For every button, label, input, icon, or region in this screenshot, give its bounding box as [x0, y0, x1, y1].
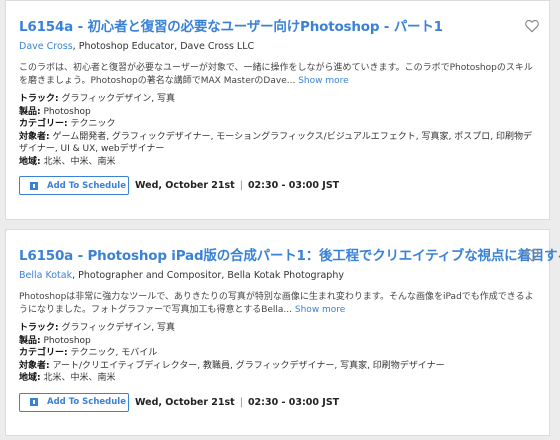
audience-value: アート/クリエイティブディレクター, 教職員, グラフィックデザイナー, 写真家…: [52, 360, 445, 371]
calendar-icon: [30, 398, 38, 406]
region-label: 地域:: [19, 156, 41, 167]
session-title[interactable]: L6154a - 初心者と復習の必要なユーザー向けPhotoshop - パート…: [19, 15, 501, 35]
region-value: 北米、中米、南米: [43, 373, 116, 383]
product-value: Photoshop: [43, 106, 91, 117]
category-label: カテゴリー:: [19, 348, 68, 358]
session-metadata: トラック: グラフィックデザイン, 写真 製品: Photoshop カテゴリー…: [19, 93, 537, 168]
product-value: Photoshop: [43, 335, 91, 346]
speaker-link[interactable]: Dave Cross: [19, 41, 73, 52]
session-time: Wed, October 21st | 02:30 - 03:00 JST: [135, 397, 339, 408]
session-metadata: トラック: グラフィックデザイン, 写真 製品: Photoshop カテゴリー…: [19, 322, 537, 385]
schedule-row: Add To Schedule Wed, October 21st | 02:30 …: [19, 176, 537, 195]
track-value: グラフィックデザイン, 写真: [61, 94, 176, 104]
session-date: Wed, October 21st: [135, 396, 235, 408]
speaker-link[interactable]: Bella Kotak: [19, 270, 72, 281]
add-to-schedule-button[interactable]: Add To Schedule: [19, 392, 129, 412]
audience-label: 対象者:: [19, 131, 50, 142]
category-label: カテゴリー:: [19, 119, 68, 129]
category-row: カテゴリー: テクニック: [19, 118, 537, 131]
speaker-affiliation: , Photoshop Educator, Dave Cross LLC: [72, 41, 255, 52]
session-card: L6150a - Photoshop iPad版の合成パート1：後工程でクリエイ…: [5, 229, 560, 436]
track-row: トラック: グラフィックデザイン, 写真: [19, 322, 537, 335]
audience-value: ゲーム開発者, グラフィックデザイナー, モーショングラフィックス/ビジュアルエ…: [19, 131, 532, 155]
session-description: Photoshopは非常に強力なツールで、ありきたりの写真が特別な画像に生まれ変…: [19, 291, 537, 316]
category-row: カテゴリー: テクニック, モバイル: [19, 347, 537, 360]
show-more-link[interactable]: Show more: [295, 305, 345, 315]
heart-icon[interactable]: [524, 247, 540, 263]
speaker-affiliation: , Photographer and Compositor, Bella Kot…: [72, 270, 344, 281]
calendar-icon: [30, 181, 38, 190]
schedule-row: Add To Schedule Wed, October 21st | 02:30 …: [19, 392, 537, 412]
region-row: 地域: 北米、中米、南米: [19, 372, 537, 385]
product-label: 製品:: [19, 335, 41, 346]
session-hours: 02:30 - 03:00 JST: [247, 180, 340, 191]
product-row: 製品: Photoshop: [19, 335, 537, 348]
time-separator: |: [239, 180, 243, 191]
audience-label: 対象者:: [19, 360, 50, 371]
session-card: L6154a - 初心者と復習の必要なユーザー向けPhotoshop - パート…: [5, 0, 550, 220]
session-description: このラボは、初心者と復習が必要なユーザーが対象で、一緒に操作をしながら進めていき…: [19, 62, 537, 87]
region-label: 地域:: [19, 373, 41, 383]
session-hours: 02:30 - 03:00 JST: [247, 396, 340, 408]
speaker-line: Bella Kotak, Photographer and Compositor…: [19, 270, 537, 281]
product-row: 製品: Photoshop: [19, 106, 537, 119]
region-row: 地域: 北米、中米、南米: [19, 156, 537, 169]
session-time: Wed, October 21st | 02:30 - 03:00 JST: [135, 180, 339, 191]
track-row: トラック: グラフィックデザイン, 写真: [19, 93, 537, 106]
region-value: 北米、中米、南米: [43, 156, 116, 167]
show-more-link[interactable]: Show more: [298, 76, 348, 86]
track-label: トラック:: [19, 323, 59, 333]
add-to-schedule-button[interactable]: Add To Schedule: [19, 176, 129, 195]
description-text: Photoshopは非常に強力なツールで、ありきたりの写真が特別な画像に生まれ変…: [19, 292, 534, 315]
track-label: トラック:: [19, 94, 59, 104]
description-text: このラボは、初心者と復習が必要なユーザーが対象で、一緒に操作をしながら進めていき…: [19, 63, 533, 86]
track-value: グラフィックデザイン, 写真: [61, 323, 176, 333]
session-title[interactable]: L6150a - Photoshop iPad版の合成パート1：後工程でクリエイ…: [19, 244, 560, 264]
category-value: テクニック, モバイル: [70, 348, 158, 358]
session-date: Wed, October 21st: [135, 180, 235, 191]
audience-row: 対象者: アート/クリエイティブディレクター, 教職員, グラフィックデザイナー…: [19, 360, 537, 373]
heart-icon[interactable]: [524, 18, 540, 34]
add-to-schedule-label: Add To Schedule: [47, 180, 126, 191]
category-value: テクニック: [70, 119, 116, 129]
product-label: 製品:: [19, 106, 41, 117]
time-separator: |: [239, 396, 243, 408]
audience-row: 対象者: ゲーム開発者, グラフィックデザイナー, モーショングラフィックス/ビ…: [19, 131, 537, 156]
add-to-schedule-label: Add To Schedule: [47, 397, 126, 407]
speaker-line: Dave Cross, Photoshop Educator, Dave Cro…: [19, 41, 537, 52]
